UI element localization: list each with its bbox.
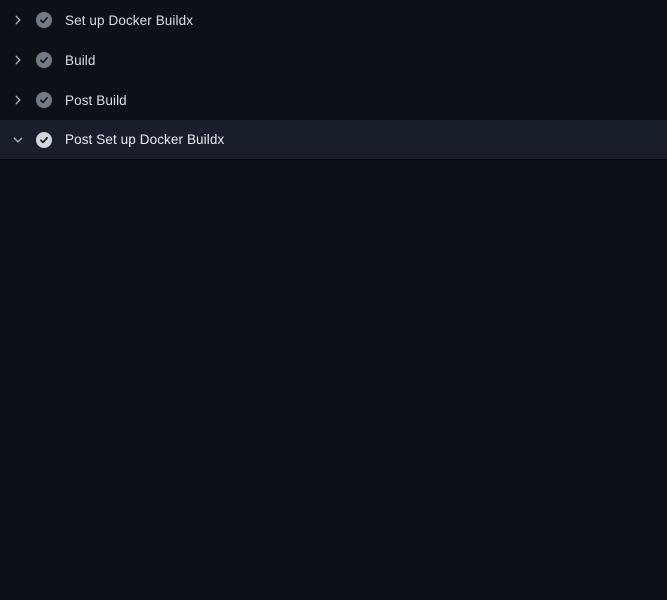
- chevron-right-icon: [12, 14, 24, 26]
- chevron-right-icon: [12, 54, 24, 66]
- log-line: 19 time="2021-04-23T18:02:38Z" level=deb…: [0, 550, 667, 570]
- log-line: 12 time="2021-04-23T18:02:38Z" level=deb…: [0, 410, 667, 430]
- log-line: 3 /usr/bin/docker logs buildx_buildkit_b…: [0, 210, 667, 230]
- chevron-down-icon: [12, 134, 24, 146]
- check-circle-icon: [36, 132, 52, 148]
- log-line: 17 time="2021-04-23T18:02:38Z" level=deb…: [0, 510, 667, 530]
- check-circle-icon: [36, 52, 52, 68]
- check-circle-icon: [36, 12, 52, 28]
- chevron-right-icon: [12, 94, 24, 106]
- log-line: 6 time="2021-04-23T18:02:37Z" level=info…: [0, 270, 667, 290]
- steps-list: Set up Docker Buildx Build Post Build Po…: [0, 0, 667, 160]
- step-label: Set up Docker Buildx: [65, 13, 193, 28]
- log-line: 1 Post job cleanup.: [0, 170, 667, 190]
- log-line: 11 time="2021-04-23T18:02:38Z" level=deb…: [0, 390, 667, 410]
- step-label: Build: [65, 53, 96, 68]
- log-line: 7 time="2021-04-23T18:02:37Z" level=warn…: [0, 310, 667, 330]
- log-line: 15 time="2021-04-23T18:02:38Z" level=deb…: [0, 470, 667, 490]
- step-row-post-set-up-docker-buildx[interactable]: Post Set up Docker Buildx: [0, 120, 667, 160]
- log-line: 13 time="2021-04-23T18:02:38Z" level=deb…: [0, 430, 667, 450]
- log-viewer: 1 Post job cleanup. 2 ▼ BuildKit contain…: [0, 160, 667, 600]
- log-line: 18 time="2021-04-23T18:02:38Z" level=deb…: [0, 530, 667, 550]
- log-line: 2 ▼ BuildKit container logs: [0, 190, 667, 210]
- log-line: 20 time="2021-04-23T18:02:38Z" level=deb…: [0, 590, 667, 600]
- log-line: 16 time="2021-04-23T18:02:38Z" level=deb…: [0, 490, 667, 510]
- log-line: 5 time="2021-04-23T18:02:37Z" level=warn…: [0, 250, 667, 270]
- log-line: 4 time="2021-04-23T18:02:37Z" level=info…: [0, 230, 667, 250]
- log-line: 8 time="2021-04-23T18:02:37Z" level=info…: [0, 330, 667, 350]
- log-line: 9 time="2021-04-23T18:02:37Z" level=warn…: [0, 350, 667, 370]
- step-row-post-build[interactable]: Post Build: [0, 80, 667, 120]
- log-line-wrapped: linux/riscv64 linux/ppc64le linux/s390x …: [0, 290, 667, 310]
- step-row-build[interactable]: Build: [0, 40, 667, 80]
- step-label: Post Set up Docker Buildx: [65, 132, 224, 147]
- check-circle-icon: [36, 92, 52, 108]
- log-line: 14 time="2021-04-23T18:02:38Z" level=deb…: [0, 450, 667, 470]
- log-line: 10 time="2021-04-23T18:02:37Z" level=inf…: [0, 370, 667, 390]
- log-line-wrapped: application/vnd.oci.image.index.v1+json,…: [0, 570, 667, 590]
- step-label: Post Build: [65, 93, 127, 108]
- step-row-set-up-docker-buildx[interactable]: Set up Docker Buildx: [0, 0, 667, 40]
